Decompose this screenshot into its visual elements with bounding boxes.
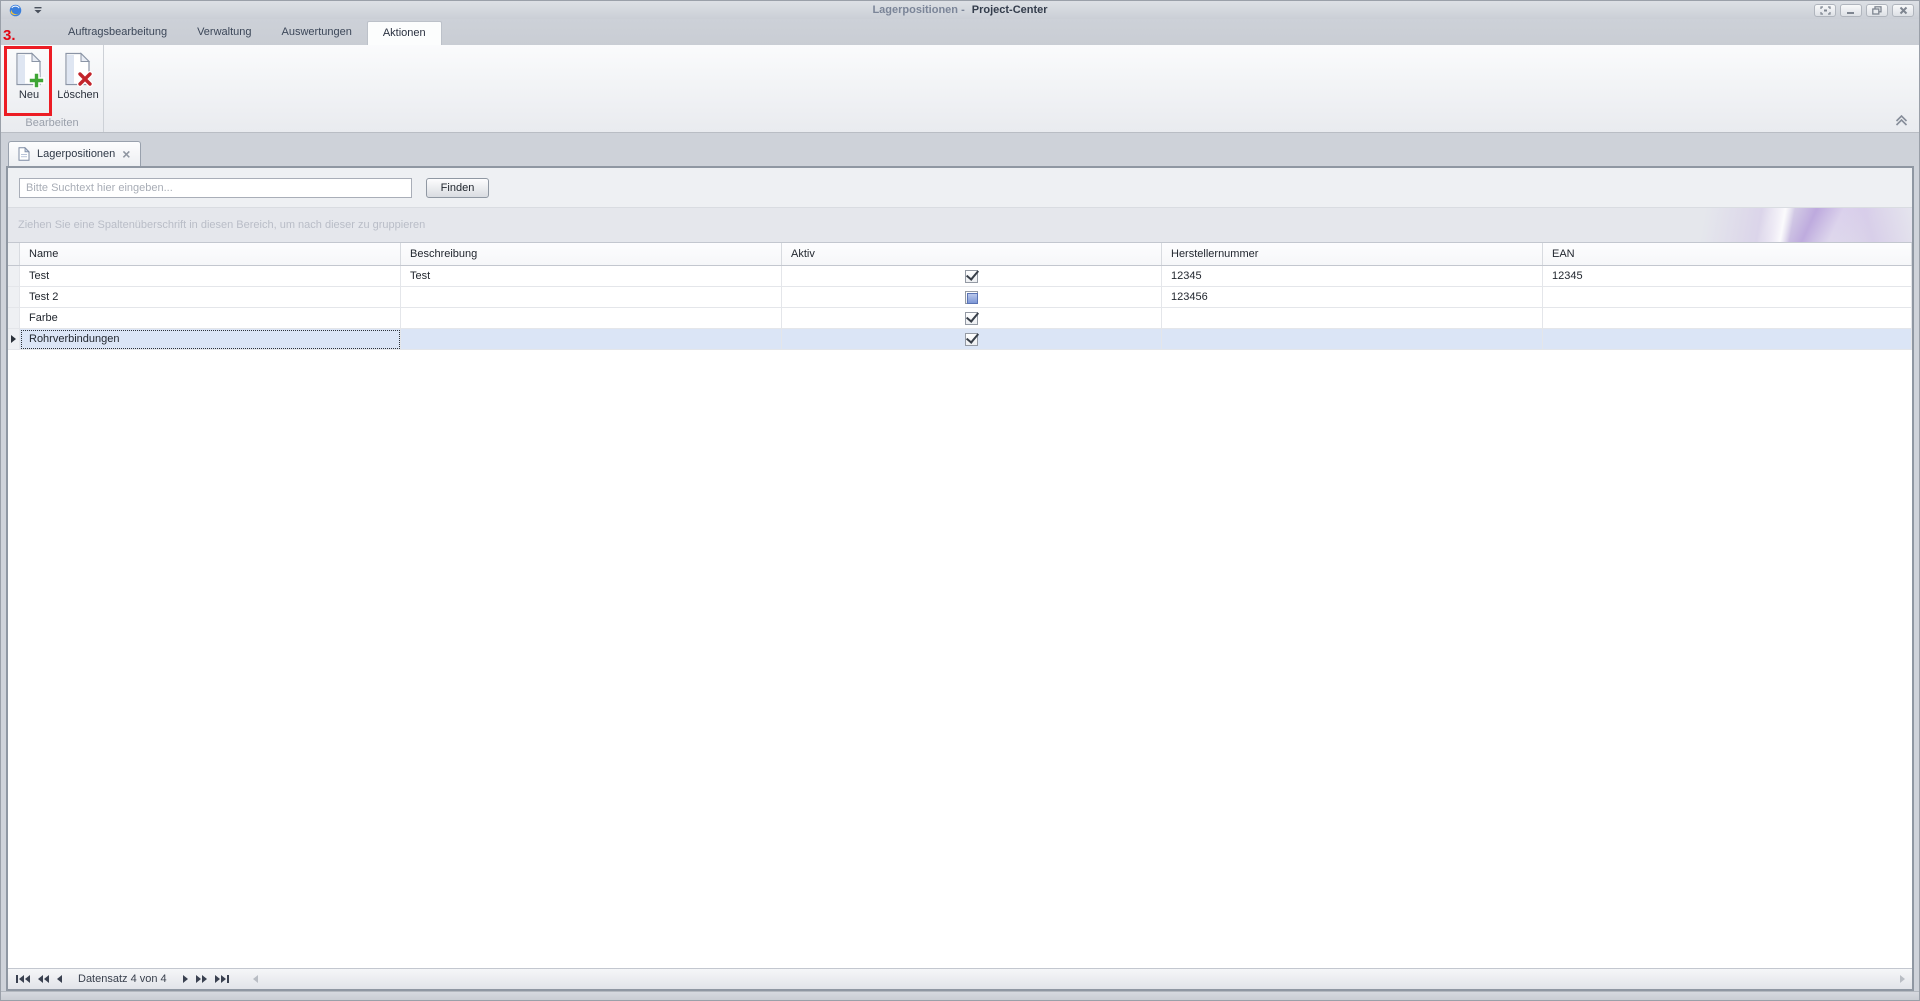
- aktiv-checkbox[interactable]: [965, 291, 978, 304]
- cell-herstellernummer[interactable]: [1162, 329, 1543, 350]
- title-bar: Lagerpositionen - Project-Center: [1, 1, 1919, 19]
- minimize-button[interactable]: [1840, 4, 1862, 17]
- row-indicator-header: [8, 243, 20, 265]
- ribbon-group-bearbeiten: Neu Löschen Bearbeiten: [1, 45, 104, 132]
- prev-page-button[interactable]: [38, 975, 49, 983]
- cell-aktiv[interactable]: [782, 266, 1162, 287]
- cell-name[interactable]: Test 2: [20, 287, 401, 308]
- cell-name[interactable]: Test: [20, 266, 401, 287]
- next-page-button[interactable]: [196, 975, 207, 983]
- cell-beschreibung[interactable]: [401, 308, 782, 329]
- table-row: Rohrverbindungen: [8, 329, 1912, 350]
- cell-beschreibung[interactable]: [401, 287, 782, 308]
- neu-button-label: Neu: [19, 89, 39, 101]
- record-count-text: Datensatz 4 von 4: [78, 973, 167, 985]
- ribbon-tab-auswertungen[interactable]: Auswertungen: [267, 21, 367, 45]
- cell-name[interactable]: Rohrverbindungen: [20, 329, 401, 350]
- group-by-panel[interactable]: Ziehen Sie eine Spaltenüberschrift in di…: [8, 208, 1912, 242]
- document-tab-strip: Lagerpositionen: [1, 133, 1919, 166]
- find-button[interactable]: Finden: [426, 178, 489, 198]
- fit-to-screen-button[interactable]: [1814, 4, 1836, 17]
- app-icon[interactable]: [9, 4, 22, 17]
- group-by-hint: Ziehen Sie eine Spaltenüberschrift in di…: [18, 219, 425, 231]
- document-delete-icon: [61, 52, 95, 88]
- close-button[interactable]: [1892, 4, 1914, 17]
- ribbon-tab-aktionen[interactable]: Aktionen: [367, 21, 442, 45]
- column-header-ean[interactable]: EAN: [1543, 243, 1912, 265]
- ribbon-tab-verwaltung[interactable]: Verwaltung: [182, 21, 266, 45]
- row-indicator-cell: [8, 266, 20, 287]
- aktiv-checkbox[interactable]: [965, 333, 978, 346]
- cell-ean[interactable]: [1543, 308, 1912, 329]
- document-add-icon: [12, 52, 46, 88]
- search-bar: Finden: [8, 168, 1912, 208]
- cell-aktiv[interactable]: [782, 308, 1162, 329]
- annotation-step-label: 3.: [3, 27, 16, 44]
- search-input[interactable]: [19, 178, 412, 198]
- restore-button[interactable]: [1866, 4, 1888, 17]
- column-header-aktiv[interactable]: Aktiv: [782, 243, 1162, 265]
- chevron-up-icon: [1894, 115, 1909, 126]
- quick-access-toolbar: [1, 4, 872, 17]
- ribbon-collapse-button[interactable]: [1894, 115, 1909, 126]
- window-bottom-edge: [1, 991, 1919, 1001]
- app-window: Lagerpositionen - Project-Center: [0, 0, 1920, 1001]
- ribbon-buttons: Neu Löschen: [1, 45, 103, 111]
- prev-record-button[interactable]: [57, 975, 62, 983]
- table-row: Test Test 12345 12345: [8, 266, 1912, 287]
- document-tab-label: Lagerpositionen: [37, 148, 115, 160]
- loeschen-button-label: Löschen: [57, 89, 99, 101]
- content-panel: Finden Ziehen Sie eine Spaltenüberschrif…: [6, 166, 1914, 991]
- ribbon-tab-row: 3. Auftragsbearbeitung Verwaltung Auswer…: [1, 19, 1919, 45]
- loeschen-button[interactable]: Löschen: [56, 49, 100, 111]
- first-record-button[interactable]: [16, 975, 30, 983]
- cell-herstellernummer[interactable]: 123456: [1162, 287, 1543, 308]
- cell-herstellernummer[interactable]: [1162, 308, 1543, 329]
- ribbon-body: Neu Löschen Bearbeiten: [1, 45, 1919, 133]
- column-header-herstellernummer[interactable]: Herstellernummer: [1162, 243, 1543, 265]
- qat-customize-icon[interactable]: [34, 6, 42, 14]
- document-icon: [18, 147, 30, 161]
- window-title: Lagerpositionen - Project-Center: [872, 4, 1047, 16]
- next-record-button[interactable]: [183, 975, 188, 983]
- document-tab-lagerpositionen[interactable]: Lagerpositionen: [8, 141, 141, 166]
- scroll-left-button[interactable]: [253, 975, 258, 983]
- ribbon-group-caption: Bearbeiten: [1, 117, 103, 129]
- row-indicator-cell: [8, 287, 20, 308]
- tab-close-icon[interactable]: [122, 148, 130, 160]
- column-header-beschreibung[interactable]: Beschreibung: [401, 243, 782, 265]
- aktiv-checkbox[interactable]: [965, 270, 978, 283]
- grid-empty-area: [8, 350, 1912, 968]
- cell-beschreibung[interactable]: [401, 329, 782, 350]
- cell-name[interactable]: Farbe: [20, 308, 401, 329]
- cell-ean[interactable]: [1543, 287, 1912, 308]
- neu-button[interactable]: Neu: [7, 49, 51, 111]
- cell-aktiv[interactable]: [782, 287, 1162, 308]
- cell-aktiv[interactable]: [782, 329, 1162, 350]
- record-navigator: Datensatz 4 von 4: [8, 968, 1912, 989]
- aktiv-checkbox[interactable]: [965, 312, 978, 325]
- row-indicator-cell: [8, 329, 20, 350]
- window-title-document: Lagerpositionen -: [872, 4, 964, 16]
- table-row: Farbe: [8, 308, 1912, 329]
- cell-ean[interactable]: [1543, 329, 1912, 350]
- row-selected-arrow-icon: [11, 335, 16, 343]
- window-title-app: Project-Center: [972, 4, 1048, 16]
- grid-header-row: Name Beschreibung Aktiv Herstellernummer…: [8, 242, 1912, 266]
- scroll-right-button[interactable]: [1900, 975, 1905, 983]
- column-header-name[interactable]: Name: [20, 243, 401, 265]
- group-by-decoration: [1682, 208, 1912, 242]
- ribbon-tab-auftragsbearbeitung[interactable]: Auftragsbearbeitung: [53, 21, 182, 45]
- cell-ean[interactable]: 12345: [1543, 266, 1912, 287]
- last-record-button[interactable]: [215, 975, 229, 983]
- window-controls: [1814, 4, 1919, 17]
- table-row: Test 2 123456: [8, 287, 1912, 308]
- cell-herstellernummer[interactable]: 12345: [1162, 266, 1543, 287]
- row-indicator-cell: [8, 308, 20, 329]
- cell-beschreibung[interactable]: Test: [401, 266, 782, 287]
